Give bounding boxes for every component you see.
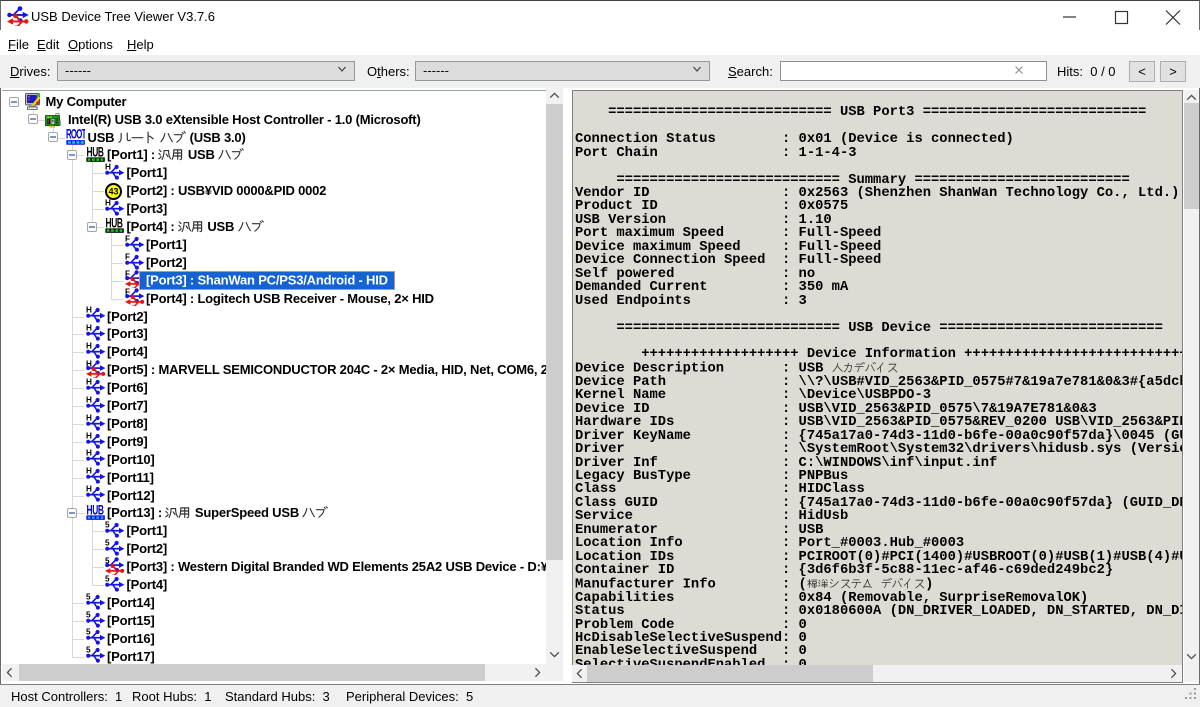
svg-text:H: H — [86, 432, 92, 441]
svg-text:43: 43 — [109, 186, 119, 196]
svg-text:H: H — [86, 342, 92, 351]
svg-text:5: 5 — [86, 593, 91, 602]
svg-text:H: H — [86, 467, 92, 476]
svg-text:H: H — [86, 449, 92, 458]
svg-text:5: 5 — [86, 646, 91, 655]
svg-text:H: H — [86, 306, 92, 315]
svg-text:H: H — [86, 324, 92, 333]
svg-text:F: F — [125, 235, 130, 244]
svg-text:5: 5 — [86, 628, 91, 637]
svg-text:H: H — [105, 199, 111, 208]
svg-text:H: H — [86, 378, 92, 387]
svg-text:5: 5 — [86, 611, 91, 620]
svg-text:H: H — [86, 414, 92, 423]
svg-text:5: 5 — [105, 575, 110, 584]
svg-text:F: F — [125, 253, 130, 262]
svg-text:H: H — [86, 485, 92, 494]
svg-text:H: H — [86, 396, 92, 405]
svg-text:H: H — [105, 163, 111, 172]
svg-text:5: 5 — [105, 521, 110, 530]
svg-text:5: 5 — [105, 539, 110, 548]
